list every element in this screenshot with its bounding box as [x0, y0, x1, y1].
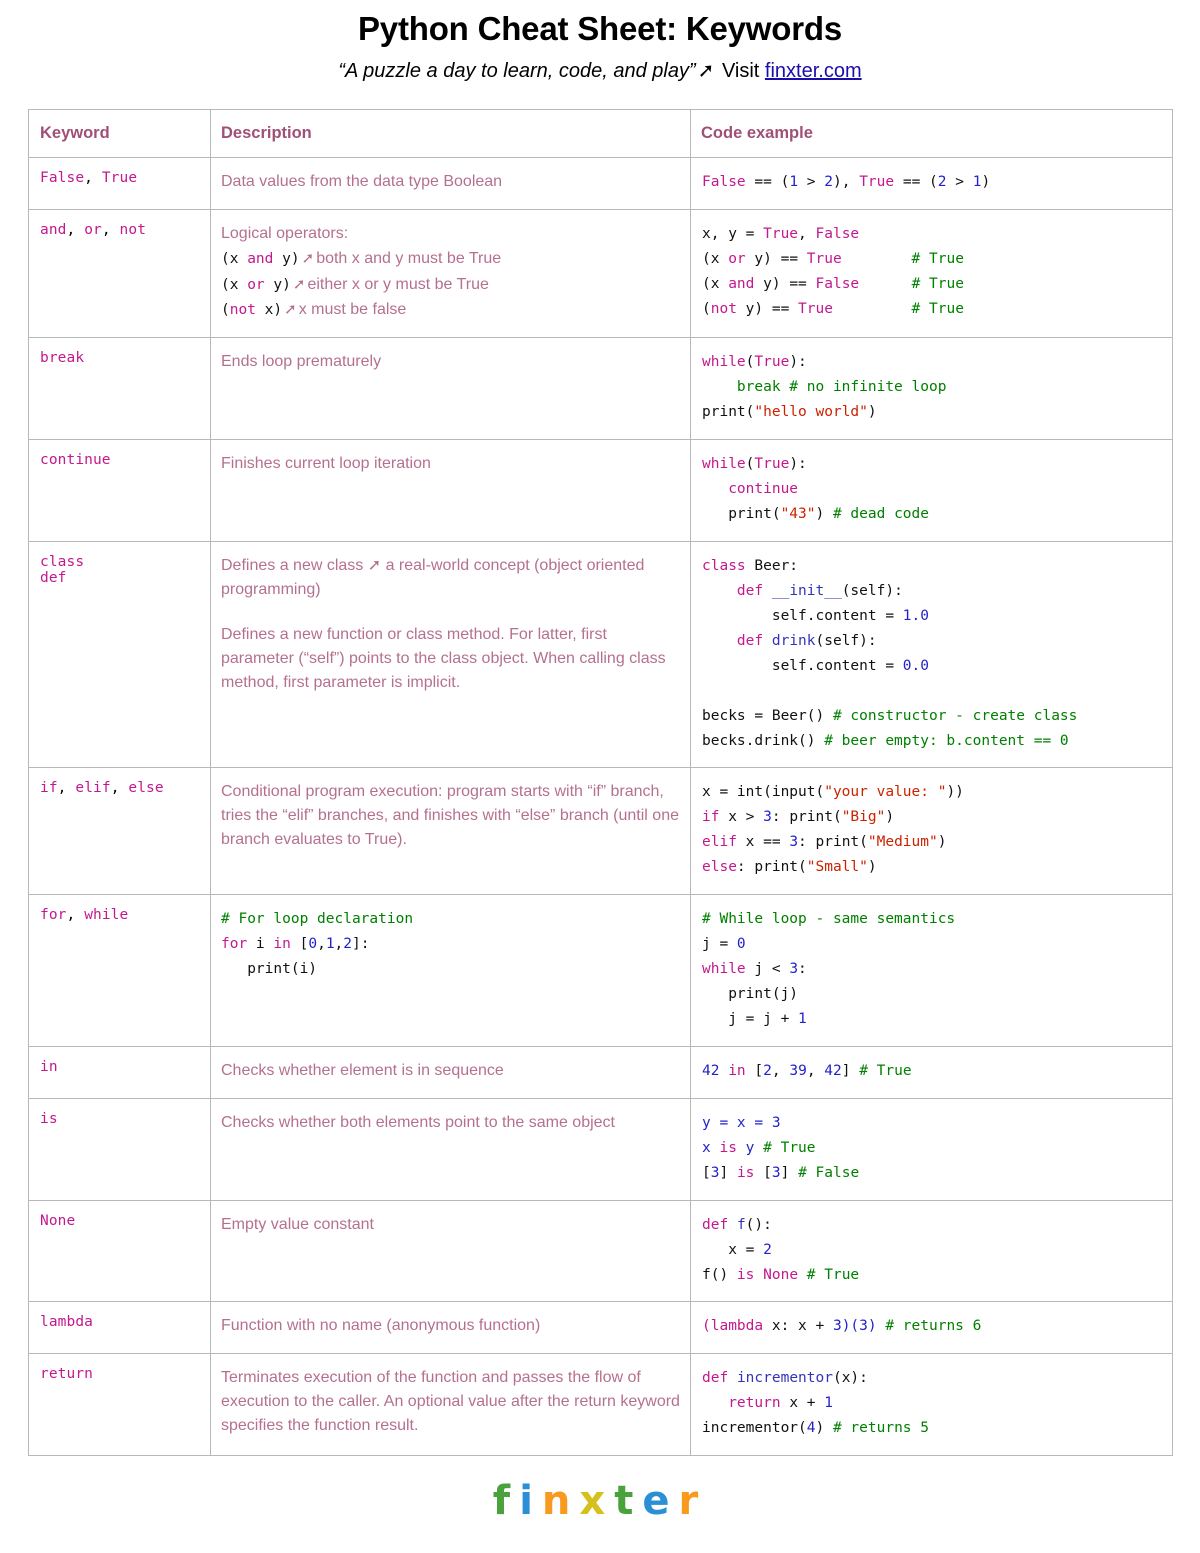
row-code-example: class Beer: def __init__(self): self.con… [690, 540, 1173, 769]
arrow-icon: ➚ [697, 60, 715, 82]
row-keyword: is [28, 1097, 211, 1201]
table-row: is Checks whether both elements point to… [28, 1097, 1173, 1201]
table-header-row: Keyword Description Code example [28, 109, 1173, 158]
table-row: False, True Data values from the data ty… [28, 157, 1173, 210]
row-description: Empty value constant [210, 1199, 691, 1303]
row-code-example: 42 in [2, 39, 42] # True [690, 1045, 1173, 1099]
row-description: Ends loop prematurely [210, 337, 691, 441]
subtitle-quote: “A puzzle a day to learn, code, and play… [338, 60, 696, 82]
row-description: Finishes current loop iteration [210, 439, 691, 542]
row-code-example: while(True): break # no infinite loop pr… [690, 337, 1173, 441]
table-row: return Terminates execution of the funct… [28, 1353, 1173, 1457]
table-row: for, while # For loop declaration for i … [28, 894, 1173, 1047]
logo-letter: f [492, 1478, 520, 1524]
arrow-icon: ➚ [284, 301, 297, 319]
table-row: in Checks whether element is in sequence… [28, 1045, 1173, 1099]
row-keyword: None [28, 1199, 211, 1303]
table-row: class def Defines a new class ➚ a real-wo… [28, 540, 1173, 769]
subtitle-visit-label: Visit [721, 60, 760, 82]
description-line: (x or y) ➚ either x or y must be True [221, 272, 680, 298]
column-header-keyword: Keyword [28, 109, 211, 158]
row-description: Checks whether both elements point to th… [210, 1097, 691, 1201]
keyword-token: and [40, 221, 67, 238]
description-line: (x and y) ➚ both x and y must be True [221, 246, 680, 272]
column-header-description: Description [210, 109, 691, 158]
cheat-sheet-page: Python Cheat Sheet: Keywords “A puzzle a… [0, 0, 1200, 1553]
keyword-token: def [40, 569, 67, 586]
keyword-token: class [40, 553, 85, 570]
row-description: Terminates execution of the function and… [210, 1353, 691, 1457]
row-keyword: continue [28, 439, 211, 542]
row-keyword: and, or, not [28, 208, 211, 339]
logo-letter: e [642, 1478, 679, 1524]
finxter-logo: finxter [493, 1478, 707, 1524]
row-code-example: def incrementor(x): return x + 1 increme… [690, 1353, 1173, 1457]
keyword-token: else [128, 780, 164, 797]
keyword-token: elif [75, 780, 111, 797]
finxter-link[interactable]: finxter.com [765, 60, 862, 82]
keyword-token: not [119, 221, 147, 238]
inline-code: (x or y) [221, 276, 291, 293]
inline-code: (x and y) [221, 250, 300, 267]
row-keyword: class def [28, 540, 211, 769]
line-text: x must be false [298, 301, 407, 319]
description-paragraph: Defines a new class ➚ a real-world conce… [221, 556, 645, 598]
table-row: lambda Function with no name (anonymous … [28, 1301, 1173, 1355]
table-row: if, elif, else Conditional program execu… [28, 767, 1173, 896]
logo-letter: n [541, 1478, 580, 1524]
logo-letter: i [519, 1478, 542, 1524]
row-code-example: # While loop - same semantics j = 0 whil… [690, 894, 1173, 1047]
row-description: Defines a new class ➚ a real-world conce… [210, 540, 691, 769]
row-code-example: (lambda x: x + 3)(3) # returns 6 [690, 1301, 1173, 1355]
row-keyword: return [28, 1353, 211, 1457]
row-keyword: lambda [28, 1301, 211, 1355]
footer: finxter [0, 1478, 1200, 1524]
column-header-code-example: Code example [690, 109, 1173, 158]
inline-code: (not x) [221, 302, 283, 319]
row-description: Logical operators: (x and y) ➚ both x and … [210, 208, 691, 339]
table-row: break Ends loop prematurely while(True):… [28, 337, 1173, 441]
row-keyword: break [28, 337, 211, 441]
row-description: Data values from the data type Boolean [210, 157, 691, 210]
keyword-token: for [40, 907, 67, 924]
description-line: (not x) ➚ x must be false [221, 297, 680, 323]
row-code-example: x = int(input("your value: ")) if x > 3:… [690, 767, 1173, 896]
keywords-table-wrapper: Keyword Description Code example False, … [28, 109, 1173, 1457]
keyword-token: False [40, 170, 85, 186]
logo-letter: r [678, 1478, 708, 1524]
row-keyword: for, while [28, 894, 211, 1047]
keyword-token: if [40, 780, 58, 797]
row-description: Conditional program execution: program s… [210, 767, 691, 896]
description-code: # For loop declaration for i in [0,1,2]:… [221, 911, 414, 978]
table-row: continue Finishes current loop iteration… [28, 439, 1173, 542]
page-subtitle: “A puzzle a day to learn, code, and play… [0, 58, 1200, 83]
logo-letter: t [614, 1478, 643, 1524]
keyword-token: or [84, 221, 102, 238]
description-title: Logical operators: [221, 224, 349, 242]
row-description: Checks whether element is in sequence [210, 1045, 691, 1099]
row-keyword: in [28, 1045, 211, 1099]
logo-letter: x [579, 1478, 615, 1524]
keyword-token: True [101, 170, 138, 186]
row-code-example: y = x = 3 x is y # True [3] is [3] # Fal… [690, 1097, 1173, 1201]
row-code-example: while(True): continue print("43") # dead… [690, 439, 1173, 542]
table-row: and, or, not Logical operators: (x and y… [28, 208, 1173, 339]
row-code-example: def f(): x = 2 f() is None # True [690, 1199, 1173, 1303]
row-description: # For loop declaration for i in [0,1,2]:… [210, 894, 691, 1047]
keywords-table: Keyword Description Code example False, … [28, 109, 1173, 1457]
table-row: None Empty value constant def f(): x = 2… [28, 1199, 1173, 1303]
page-title: Python Cheat Sheet: Keywords [358, 10, 842, 47]
row-keyword: False, True [28, 157, 211, 210]
row-code-example: x, y = True, False (x or y) == True # Tr… [690, 208, 1173, 339]
row-code-example: False == (1 > 2), True == (2 > 1) [690, 157, 1173, 210]
arrow-icon: ➚ [292, 275, 306, 293]
description-paragraph: Defines a new function or class method. … [221, 626, 666, 691]
row-description: Function with no name (anonymous functio… [210, 1301, 691, 1355]
line-text: either x or y must be True [307, 275, 489, 293]
keyword-token: while [84, 907, 129, 924]
line-text: both x and y must be True [316, 249, 502, 267]
row-keyword: if, elif, else [28, 767, 211, 896]
arrow-icon: ➚ [301, 249, 315, 267]
